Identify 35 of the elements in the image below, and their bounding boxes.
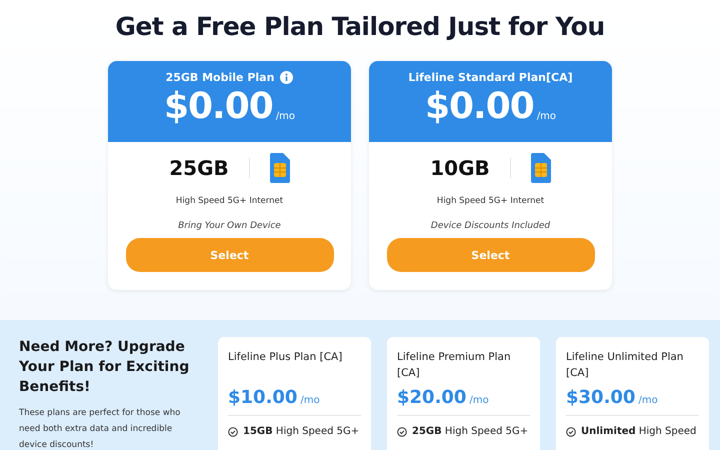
speed-text: High Speed 5G+ Internet xyxy=(436,196,544,206)
plan-name: Lifeline Plus Plan [CA] xyxy=(228,350,344,365)
info-icon[interactable] xyxy=(280,71,294,84)
check-icon xyxy=(228,426,238,436)
price-period: /mo xyxy=(469,395,489,406)
plan-name: Lifeline Unlimited Plan [CA] xyxy=(566,350,684,381)
plan-note: Bring Your Own Device xyxy=(178,221,281,231)
plan-price: $0.00 xyxy=(424,86,534,128)
select-button[interactable]: Select xyxy=(386,238,594,272)
plan-price: $10.00 xyxy=(228,387,298,408)
speed-text: High Speed 5G+ Internet xyxy=(176,196,284,206)
upgrade-title: Need More? Upgrade Your Plan for Exciting Benefits! xyxy=(19,338,190,397)
upgrade-text: These plans are perfect for those who need both extra data and incredible device discounts! xyxy=(19,407,182,450)
price-period: /mo xyxy=(300,395,320,406)
plan-price: $0.00 xyxy=(164,86,273,128)
price-period: /mo xyxy=(638,395,658,406)
feature-text: Unlimited High Speed xyxy=(581,426,696,437)
plan-note: Device Discounts Included xyxy=(430,221,550,231)
sim-card-icon xyxy=(270,153,290,183)
price-period: /mo xyxy=(276,111,296,122)
feature-text: 15GB High Speed 5G+ xyxy=(243,426,360,437)
feature-text: 25GB High Speed 5G+ xyxy=(412,426,528,437)
check-icon xyxy=(397,426,407,436)
plan-name: Lifeline Standard Plan[CA] xyxy=(408,71,573,84)
check-icon xyxy=(566,426,576,436)
data-amount: 25GB xyxy=(169,156,229,180)
plan-name: Lifeline Premium Plan [CA] xyxy=(397,350,512,381)
sim-card-icon xyxy=(530,153,551,183)
plan-price: $30.00 xyxy=(566,387,636,408)
price-period: /mo xyxy=(536,111,556,122)
plan-price: $20.00 xyxy=(397,387,466,408)
page-heading: Get a Free Plan Tailored Just for You xyxy=(114,11,606,43)
plan-name: 25GB Mobile Plan xyxy=(166,71,274,84)
data-amount: 10GB xyxy=(430,156,490,180)
select-button[interactable]: Select xyxy=(126,238,334,272)
